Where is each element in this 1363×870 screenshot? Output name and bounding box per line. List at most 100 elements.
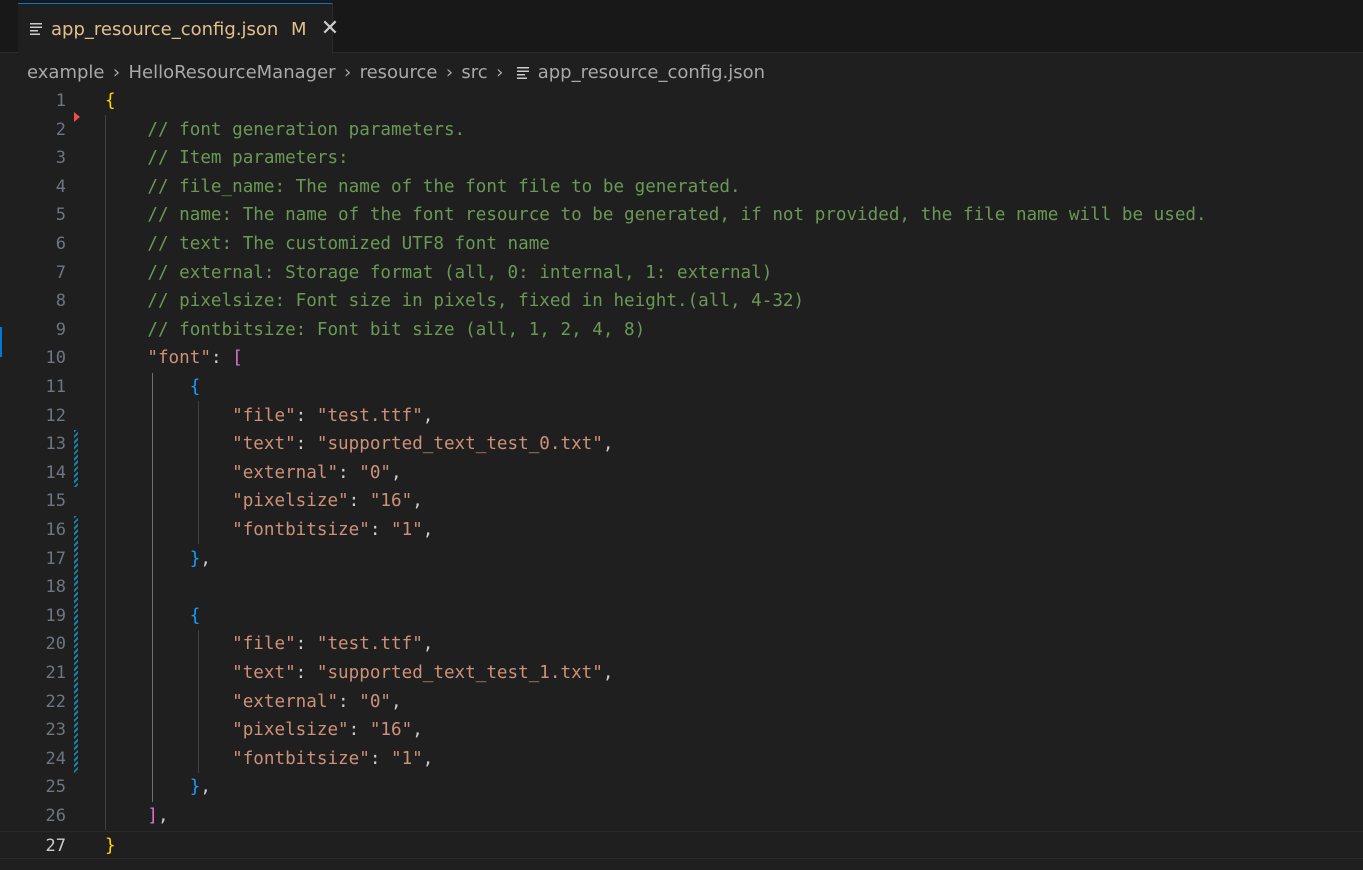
code-token: "external" [232, 462, 339, 483]
code-line[interactable]: 25 }, [0, 773, 1363, 802]
breadcrumb-item-example[interactable]: example [27, 62, 104, 83]
code-line[interactable]: 10 "font": [ [0, 344, 1363, 373]
line-number: 12 [45, 405, 66, 426]
code-token: "0" [359, 691, 392, 712]
code-line[interactable]: 12 "file": "test.ttf", [0, 402, 1363, 431]
code-line[interactable]: 19 { [0, 602, 1363, 631]
code-token: { [189, 377, 201, 397]
code-text: { [105, 87, 116, 116]
code-token: , [391, 462, 402, 483]
code-token: : [338, 462, 360, 483]
code-token: : [295, 634, 317, 655]
code-line[interactable]: 20 "file": "test.ttf", [0, 630, 1363, 659]
breadcrumb-item-resource[interactable]: resource [360, 62, 438, 83]
code-line[interactable]: 14 "external": "0", [0, 459, 1363, 488]
code-token: "pixelsize" [232, 720, 349, 741]
tab-bar: app_resource_config.json M ✕ [0, 0, 1363, 54]
code-line[interactable]: 3 // Item parameters: [0, 144, 1363, 173]
code-token: // file_name: The name of the font file … [147, 176, 741, 197]
code-line[interactable]: 2 // font generation parameters. [0, 116, 1363, 145]
code-line[interactable]: 15 "pixelsize": "16", [0, 487, 1363, 516]
code-token: , [200, 548, 211, 569]
breadcrumb-item-helloresourcemanager[interactable]: HelloResourceManager [128, 62, 335, 83]
code-token: } [105, 835, 116, 856]
code-text: "text": "supported_text_test_1.txt", [105, 659, 613, 688]
code-line[interactable]: 1{ [0, 87, 1363, 116]
code-token: , [422, 634, 434, 655]
code-text: "fontbitsize": "1", [105, 516, 433, 545]
code-line[interactable]: 8 // pixelsize: Font size in pixels, fix… [0, 287, 1363, 316]
code-token: , [412, 491, 423, 512]
code-text: "font": [ [105, 344, 243, 373]
line-number: 1 [55, 91, 66, 111]
code-line[interactable]: 27} [0, 830, 1363, 860]
line-number: 15 [45, 491, 66, 512]
code-line[interactable]: 11 { [0, 373, 1363, 402]
code-token: : [369, 520, 391, 540]
code-token: "file" [232, 405, 296, 426]
code-token: "supported_text_test_1.txt" [316, 663, 603, 683]
code-text: "file": "test.ttf", [105, 630, 433, 659]
code-token: // Item parameters: [147, 148, 349, 169]
code-line[interactable]: 4 // file_name: The name of the font fil… [0, 173, 1363, 202]
code-line[interactable]: 26 ], [0, 802, 1363, 831]
code-text: // name: The name of the font resource t… [105, 201, 1207, 230]
code-line[interactable]: 18 [0, 573, 1363, 602]
breadcrumb-item-file[interactable]: app_resource_config.json [538, 62, 765, 83]
code-line[interactable]: 9 // fontbitsize: Font bit size (all, 1,… [0, 316, 1363, 345]
code-token: { [105, 91, 116, 111]
code-token: "pixelsize" [232, 491, 349, 512]
code-line[interactable]: 13 "text": "supported_text_test_0.txt", [0, 430, 1363, 459]
code-text: "external": "0", [105, 459, 402, 488]
line-number: 24 [45, 748, 66, 769]
code-line[interactable]: 21 "text": "supported_text_test_1.txt", [0, 659, 1363, 688]
code-token: : [348, 720, 370, 741]
code-token: { [189, 605, 201, 626]
code-line[interactable]: 22 "external": "0", [0, 688, 1363, 717]
code-line[interactable]: 5 // name: The name of the font resource… [0, 201, 1363, 230]
code-token: "0" [359, 462, 392, 483]
code-token: "fontbitsize" [232, 748, 370, 769]
code-editor[interactable]: 1{2 // font generation parameters. 3 // I… [0, 87, 1363, 870]
code-line[interactable]: 6 // text: The customized UTF8 font name [0, 230, 1363, 259]
code-line[interactable]: 23 "pixelsize": "16", [0, 716, 1363, 745]
chevron-right-icon: › [112, 61, 121, 83]
code-token: // name: The name of the font resource t… [147, 205, 1207, 226]
code-line[interactable]: 7 // external: Storage format (all, 0: i… [0, 259, 1363, 288]
line-number: 20 [45, 634, 66, 655]
code-token: : [295, 434, 317, 455]
code-token: , [602, 663, 614, 683]
line-number: 4 [55, 176, 66, 197]
code-token: "font" [147, 348, 211, 369]
line-number: 23 [45, 720, 66, 741]
code-line[interactable]: 17 }, [0, 545, 1363, 574]
code-token: } [189, 777, 201, 798]
code-token: "text" [232, 663, 296, 683]
editor-tab[interactable]: app_resource_config.json M ✕ [18, 3, 339, 54]
code-line[interactable]: 16 "fontbitsize": "1", [0, 516, 1363, 545]
json-file-icon [516, 67, 529, 79]
breadcrumb: example › HelloResourceManager › resourc… [27, 58, 765, 86]
code-token: "16" [369, 720, 413, 741]
line-number: 7 [55, 262, 66, 283]
code-text: ], [105, 802, 168, 831]
code-token: "supported_text_test_0.txt" [316, 434, 603, 455]
code-token: [ [232, 348, 243, 369]
breadcrumb-item-src[interactable]: src [461, 62, 487, 83]
close-icon[interactable]: ✕ [318, 18, 342, 42]
code-text: "pixelsize": "16", [105, 487, 423, 516]
code-token: , [422, 520, 434, 540]
code-token: "test.ttf" [316, 405, 423, 426]
code-line[interactable]: 24 "fontbitsize": "1", [0, 745, 1363, 774]
